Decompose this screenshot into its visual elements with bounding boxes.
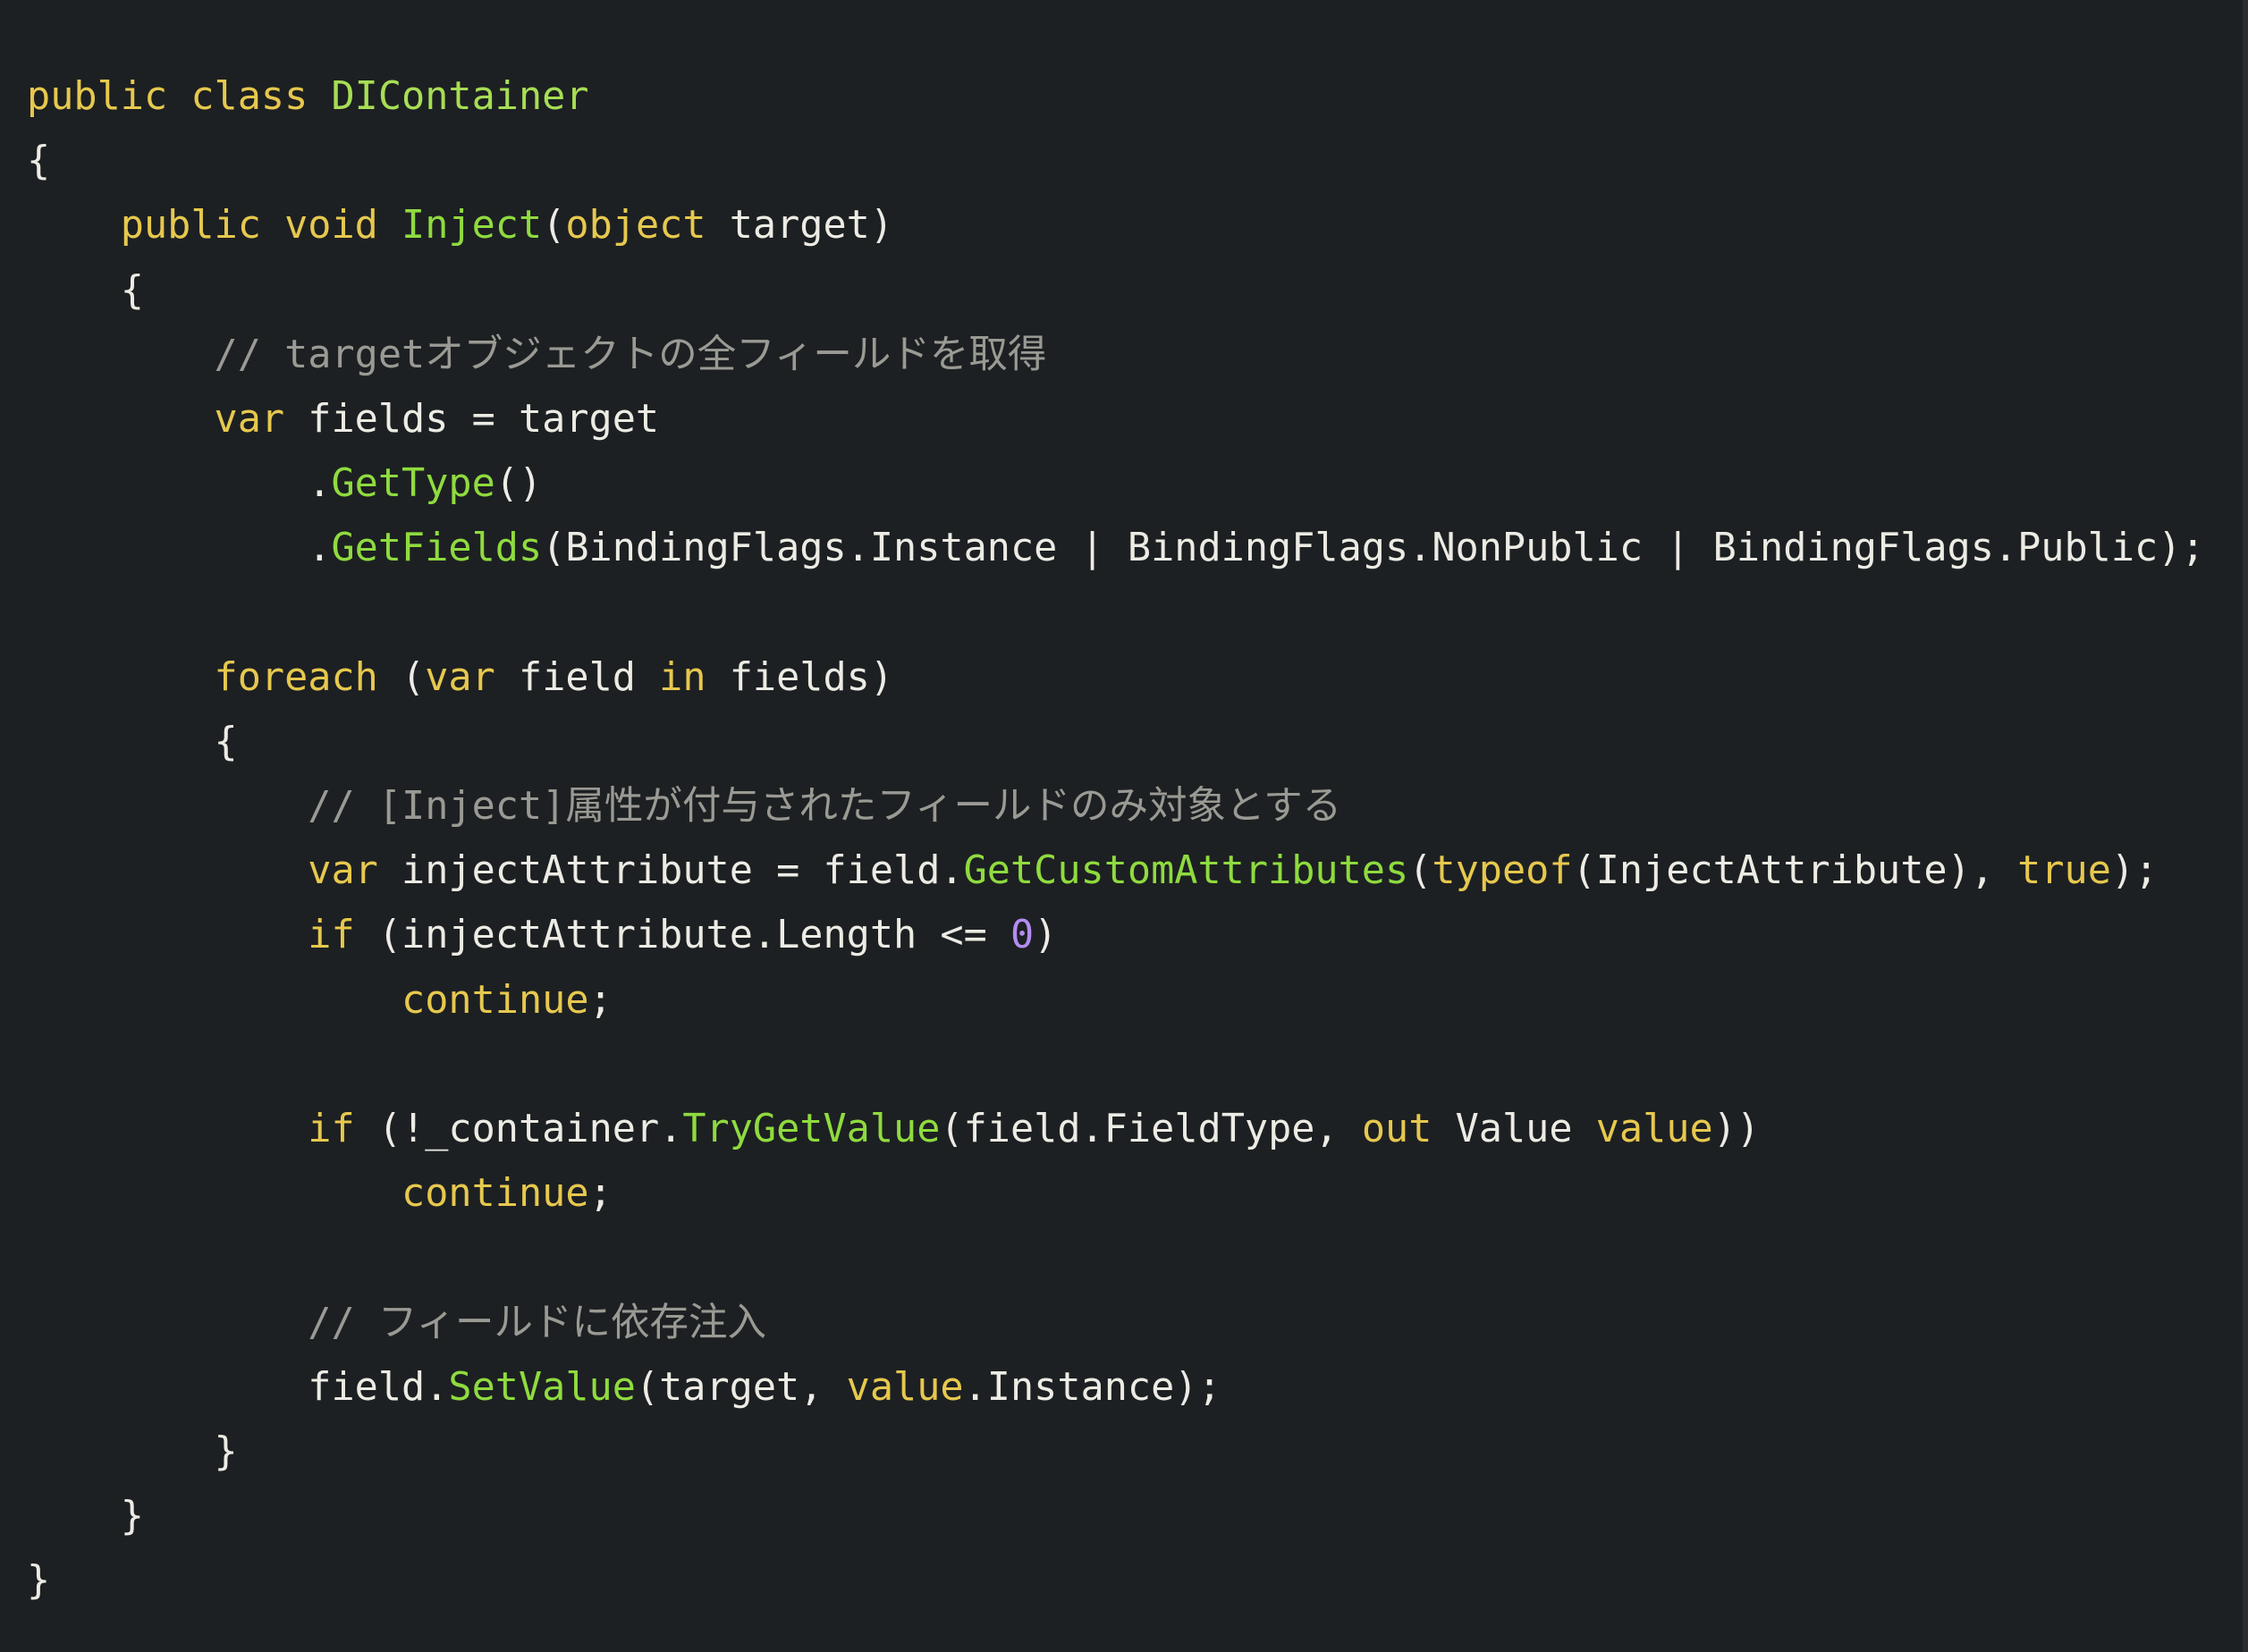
code-line: foreach (var field in fields) [27,645,2205,710]
code-token-kw: object [565,203,706,249]
code-token-plain: { [27,719,238,764]
code-token-plain: field [494,654,660,700]
code-token-plain: (injectAttribute.Length <= [354,913,1010,958]
code-line: { [27,710,2205,774]
code-line: if (injectAttribute.Length <= 0) [27,903,2205,967]
code-token-plain: } [27,1494,144,1539]
code-token-plain: (BindingFlags.Instance | BindingFlags.No… [542,526,2205,571]
code-token-type: DIContainer [331,74,589,119]
code-token-kw: true [2017,848,2111,894]
code-token-fn: Inject [401,203,543,249]
code-token-plain: fields) [706,654,894,700]
code-token-comment: // targetオブジェクトの全フィールドを取得 [214,332,1047,377]
code-token-kw: in [659,654,706,700]
code-line: .GetFields(BindingFlags.Instance | Bindi… [27,516,2205,580]
code-line: { [27,258,2205,323]
code-token-fn: GetType [331,461,495,507]
code-token-plain: . [27,526,332,571]
code-block: public class DIContainer { public void In… [27,64,2205,1614]
code-line: var fields = target [27,387,2205,451]
code-token-comment: // フィールドに依存注入 [308,1300,766,1345]
code-token-plain: (!_container. [354,1107,683,1151]
code-token-fn: GetFields [331,526,543,571]
code-token-plain: Value [1432,1107,1596,1151]
code-token-plain: } [27,1429,238,1474]
code-token-plain: injectAttribute = field. [377,848,964,894]
code-token-kw: public void [120,203,402,249]
code-line: } [27,1548,2205,1613]
code-line: } [27,1420,2205,1484]
code-line: ​ [27,581,2205,645]
code-token-kw: if [308,913,355,958]
code-line: } [27,1484,2205,1548]
code-token-kw: continue [401,977,589,1023]
code-line: .GetType() [27,451,2205,516]
code-token-plain: (InjectAttribute), [1572,848,2018,894]
code-token-kw: value [846,1364,964,1410]
code-token-plain: ; [588,1171,613,1217]
code-token-kw: value [1595,1107,1713,1151]
code-token-kw: public class [27,74,332,119]
code-token-plain: field. [27,1364,449,1410]
code-line: public void Inject(object target) [27,193,2205,257]
code-token-plain: { [27,139,51,184]
code-token-kw: if [308,1107,355,1151]
code-line: ​ [27,1226,2205,1290]
code-token-kw: var [425,654,495,700]
code-token-fn: GetCustomAttributes [963,848,1409,894]
code-token-plain: .Instance); [963,1364,1221,1410]
code-token-plain: . [27,461,332,507]
code-line: var injectAttribute = field.GetCustomAtt… [27,839,2205,903]
code-line: ​ [27,1032,2205,1097]
code-line: if (!_container.TryGetValue(field.FieldT… [27,1097,2205,1161]
code-line: // targetオブジェクトの全フィールドを取得 [27,323,2205,387]
code-line: field.SetValue(target, value.Instance); [27,1355,2205,1420]
code-token-plain: ( [542,203,566,249]
code-token-plain: )) [1712,1107,1761,1151]
code-token-plain: (target, [635,1364,847,1410]
code-token-kw: typeof [1432,848,1573,894]
code-token-plain: ( [1408,848,1432,894]
code-token-plain: ); [2110,848,2159,894]
code-line: // フィールドに依存注入 [27,1291,2205,1355]
code-token-fn: SetValue [448,1364,636,1410]
scrollbar-edge [2243,0,2248,1652]
code-token-kw: foreach [214,654,378,700]
code-line: public class DIContainer [27,64,2205,129]
code-line: // [Inject]属性が付与されたフィールドのみ対象とする [27,774,2205,839]
code-token-kw: continue [401,1171,589,1217]
code-token-plain: ; [588,977,613,1023]
code-token-plain: ) [1034,913,1058,958]
code-token-plain: (field.FieldType, [940,1107,1362,1151]
code-token-plain: () [494,461,543,507]
code-token-fn: TryGetValue [682,1107,941,1151]
code-token-plain: target) [706,203,894,249]
code-token-plain: } [27,1558,51,1604]
code-token-kw: out [1361,1107,1432,1151]
code-token-comment: // [Inject]属性が付与されたフィールドのみ対象とする [308,784,1342,830]
code-token-kw: var [308,848,378,894]
code-token-plain: ( [377,654,426,700]
code-line: continue; [27,968,2205,1032]
code-token-plain: { [27,267,144,313]
code-token-plain: fields = target [284,396,660,442]
code-line: continue; [27,1161,2205,1226]
code-token-kw: var [214,396,285,442]
code-line: { [27,129,2205,193]
code-token-num: 0 [1010,913,1035,958]
code-viewer: public class DIContainer { public void In… [0,0,2248,1652]
